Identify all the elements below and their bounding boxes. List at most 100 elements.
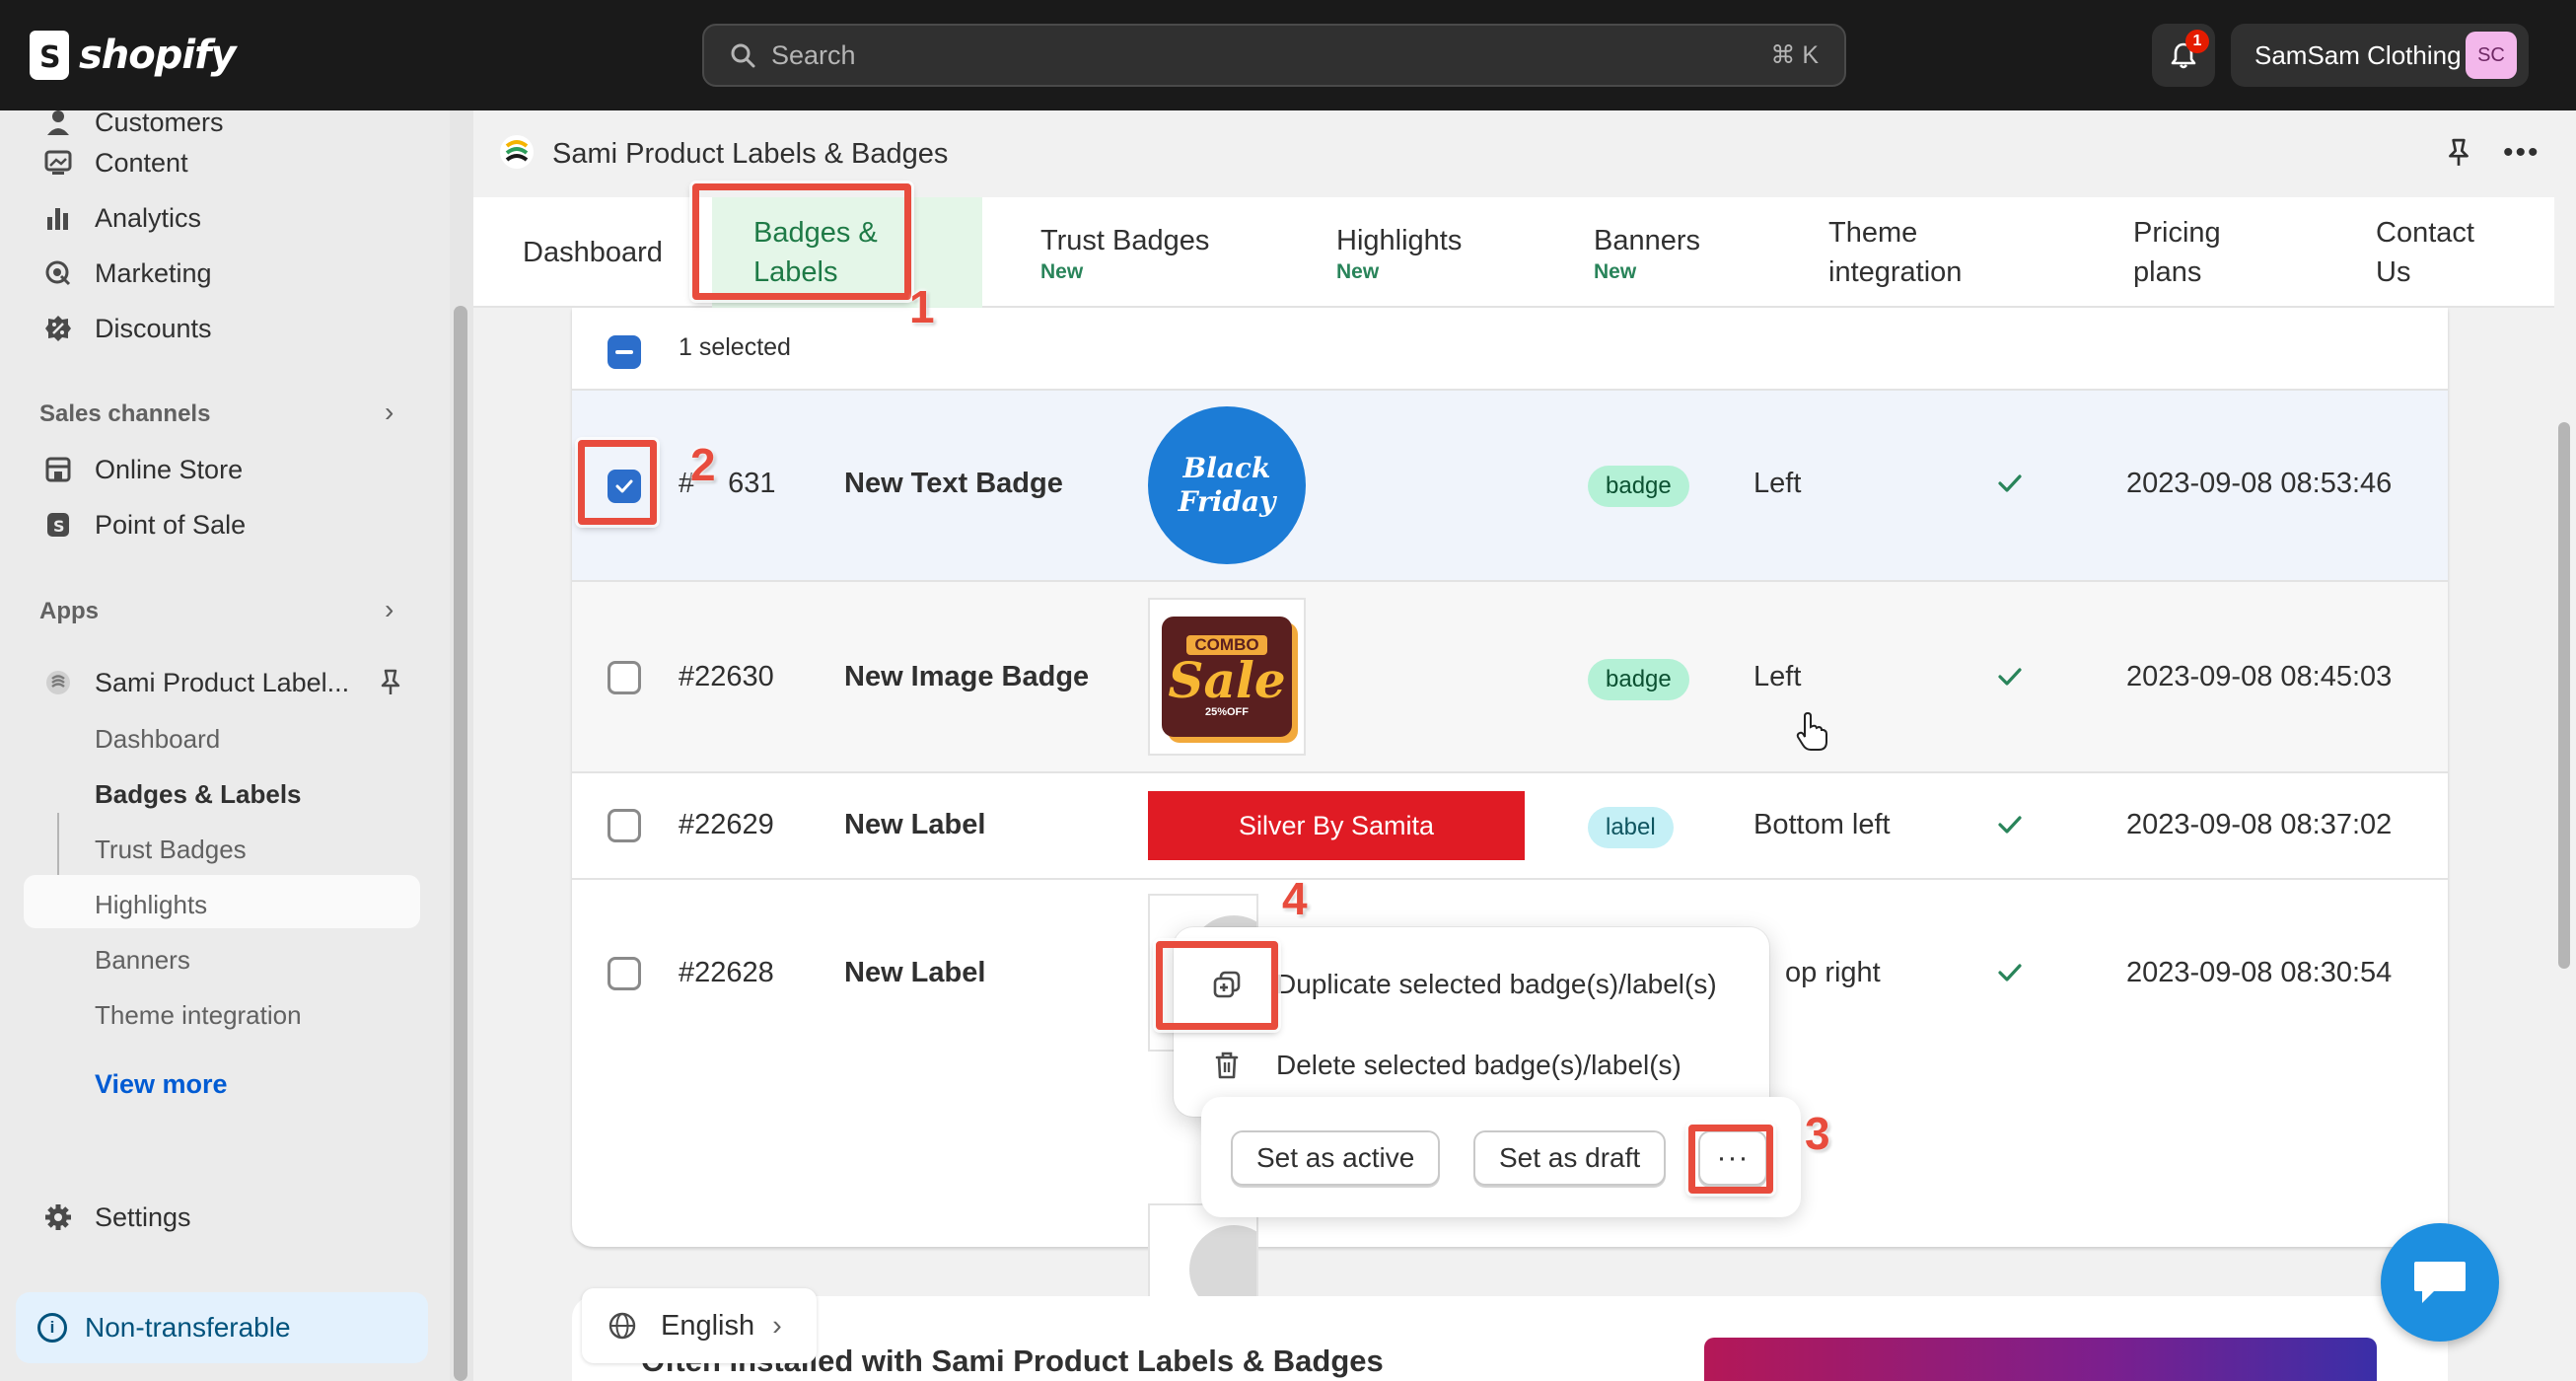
annotation-box-3: [1688, 1125, 1773, 1194]
sidebar-item-label: Point of Sale: [95, 509, 247, 540]
sidebar-item-label: Marketing: [95, 257, 212, 288]
sidebar-item-label: Discounts: [95, 313, 212, 343]
chat-icon: [2414, 1262, 2466, 1303]
tab-contact-us[interactable]: Contact Us: [2376, 197, 2494, 308]
info-icon: i: [37, 1313, 67, 1343]
main-scrollbar-thumb[interactable]: [2558, 422, 2570, 969]
sidebar-item-online-store[interactable]: Online Store: [24, 443, 420, 496]
apps-heading[interactable]: Apps: [39, 598, 99, 625]
language-selector[interactable]: English ›: [582, 1288, 817, 1363]
type-badge: badge: [1588, 659, 1689, 700]
delete-menu-item[interactable]: Delete selected badge(s)/label(s): [1174, 1026, 1769, 1105]
avatar: SC: [2466, 32, 2517, 79]
row-checkbox[interactable]: [608, 809, 641, 842]
sidebar-subitem-trust-badges[interactable]: Trust Badges: [95, 835, 247, 865]
check-icon: [1998, 668, 2022, 686]
row-checkbox[interactable]: [608, 957, 641, 990]
svg-text:S: S: [53, 517, 65, 536]
sidebar-item-marketing[interactable]: Marketing: [24, 247, 420, 300]
sidebar-item-label: Online Store: [95, 454, 244, 484]
logo-text: shopify: [79, 33, 237, 78]
tab-dashboard[interactable]: Dashboard: [523, 197, 663, 308]
view-more-link[interactable]: View more: [95, 1069, 228, 1100]
sami-app-icon: [41, 666, 75, 699]
row-checkbox[interactable]: [608, 661, 641, 694]
tab-label: Contact Us: [2376, 217, 2474, 288]
row-name: New Text Badge: [844, 468, 1063, 499]
sidebar-item-app[interactable]: Sami Product Label...: [24, 656, 420, 709]
globe-icon: [608, 1312, 636, 1340]
language-label: English: [661, 1309, 755, 1342]
preview-text: Sale: [1168, 651, 1286, 709]
pin-icon[interactable]: [2446, 138, 2471, 173]
trash-icon: [1215, 1052, 1239, 1079]
sidebar-item-discounts[interactable]: Discounts: [24, 302, 420, 355]
pin-icon[interactable]: [379, 669, 402, 701]
new-badge: New: [1040, 260, 1084, 283]
tab-trust-badges[interactable]: Trust Badges New: [1040, 197, 1209, 308]
app-title: Sami Product Labels & Badges: [552, 138, 949, 170]
sidebar-item-point-of-sale[interactable]: S Point of Sale: [24, 498, 420, 551]
notifications-button[interactable]: 1: [2152, 24, 2215, 87]
pos-icon: S: [41, 508, 75, 542]
row-position: Left: [1753, 468, 1802, 499]
tab-highlights[interactable]: Highlights New: [1336, 197, 1462, 308]
table-row[interactable]: #22630 New Image Badge COMBO Sale 25%OFF…: [572, 582, 2448, 773]
row-position: Left: [1753, 661, 1802, 692]
tab-banners[interactable]: Banners New: [1594, 197, 1700, 308]
sidebar-item-customers[interactable]: Customers: [24, 95, 420, 138]
sidebar-item-label: Content: [95, 147, 188, 178]
row-name: New Label: [844, 957, 986, 988]
non-transferable-banner[interactable]: i Non-transferable: [16, 1292, 428, 1363]
row-id: #22630: [679, 661, 774, 692]
search-input[interactable]: Search ⌘ K: [702, 24, 1846, 87]
tab-pricing-plans[interactable]: Pricing plans: [2133, 197, 2242, 308]
new-badge: New: [1594, 260, 1637, 283]
sidebar-item-settings[interactable]: Settings: [24, 1191, 420, 1244]
check-icon: [1998, 816, 2022, 834]
sidebar-subitem-banners[interactable]: Banners: [95, 945, 190, 976]
hand-cursor-icon: [1796, 712, 1827, 751]
chat-button[interactable]: [2381, 1223, 2499, 1342]
indeterminate-icon: [610, 338, 638, 366]
active-item-highlight: [24, 875, 420, 928]
tab-theme-integration[interactable]: Theme integration: [1828, 197, 1986, 308]
sidebar-item-content[interactable]: Content: [24, 136, 420, 189]
tab-label: Highlights: [1336, 225, 1463, 256]
sidebar-scrollbar-thumb[interactable]: [454, 306, 467, 1381]
sidebar-subitem-dashboard[interactable]: Dashboard: [95, 724, 220, 755]
shopify-logo[interactable]: shopify: [30, 28, 237, 83]
sales-channels-heading[interactable]: Sales channels: [39, 400, 210, 428]
annotation-number-1: 1: [909, 281, 935, 332]
store-menu-button[interactable]: SamSam Clothing SC: [2231, 24, 2529, 87]
chevron-right-icon[interactable]: ›: [385, 397, 394, 428]
preview-text: 25%OFF: [1204, 706, 1249, 718]
preview-text: Friday: [1178, 485, 1276, 518]
discount-icon: [41, 312, 75, 345]
more-actions-icon[interactable]: •••: [2503, 136, 2540, 170]
search-shortcut: ⌘ K: [1770, 41, 1819, 69]
sami-app-logo-icon: [500, 135, 534, 169]
select-all-checkbox[interactable]: [608, 335, 641, 369]
sidebar-subitem-theme-integration[interactable]: Theme integration: [95, 1000, 302, 1031]
row-position: Bottom left: [1753, 809, 1891, 840]
set-active-button[interactable]: Set as active: [1231, 1130, 1441, 1186]
chevron-right-icon[interactable]: ›: [385, 594, 394, 625]
type-badge: badge: [1588, 466, 1689, 507]
sidebar-subitem-highlights[interactable]: Highlights: [95, 890, 207, 920]
delete-label: Delete selected badge(s)/label(s): [1276, 1050, 1682, 1080]
table-row[interactable]: #631 New Text Badge Black Friday badge L…: [572, 391, 2448, 582]
annotation-box-1: [692, 183, 911, 300]
table-row[interactable]: #22629 New Label Silver By Samita label …: [572, 773, 2448, 880]
sidebar-item-label: Settings: [95, 1201, 191, 1232]
store-icon: [41, 453, 75, 486]
sidebar-item-label: Sami Product Label...: [95, 667, 350, 697]
tab-label: Theme integration: [1828, 217, 1963, 288]
row-date: 2023-09-08 08:37:02: [2126, 809, 2393, 840]
set-draft-button[interactable]: Set as draft: [1473, 1130, 1667, 1186]
check-icon: [1998, 964, 2022, 981]
gear-icon: [41, 1200, 75, 1234]
sidebar-subitem-badges-labels[interactable]: Badges & Labels: [95, 779, 302, 810]
sidebar-item-analytics[interactable]: Analytics: [24, 191, 420, 245]
sidebar-item-label: Customers: [95, 108, 224, 137]
